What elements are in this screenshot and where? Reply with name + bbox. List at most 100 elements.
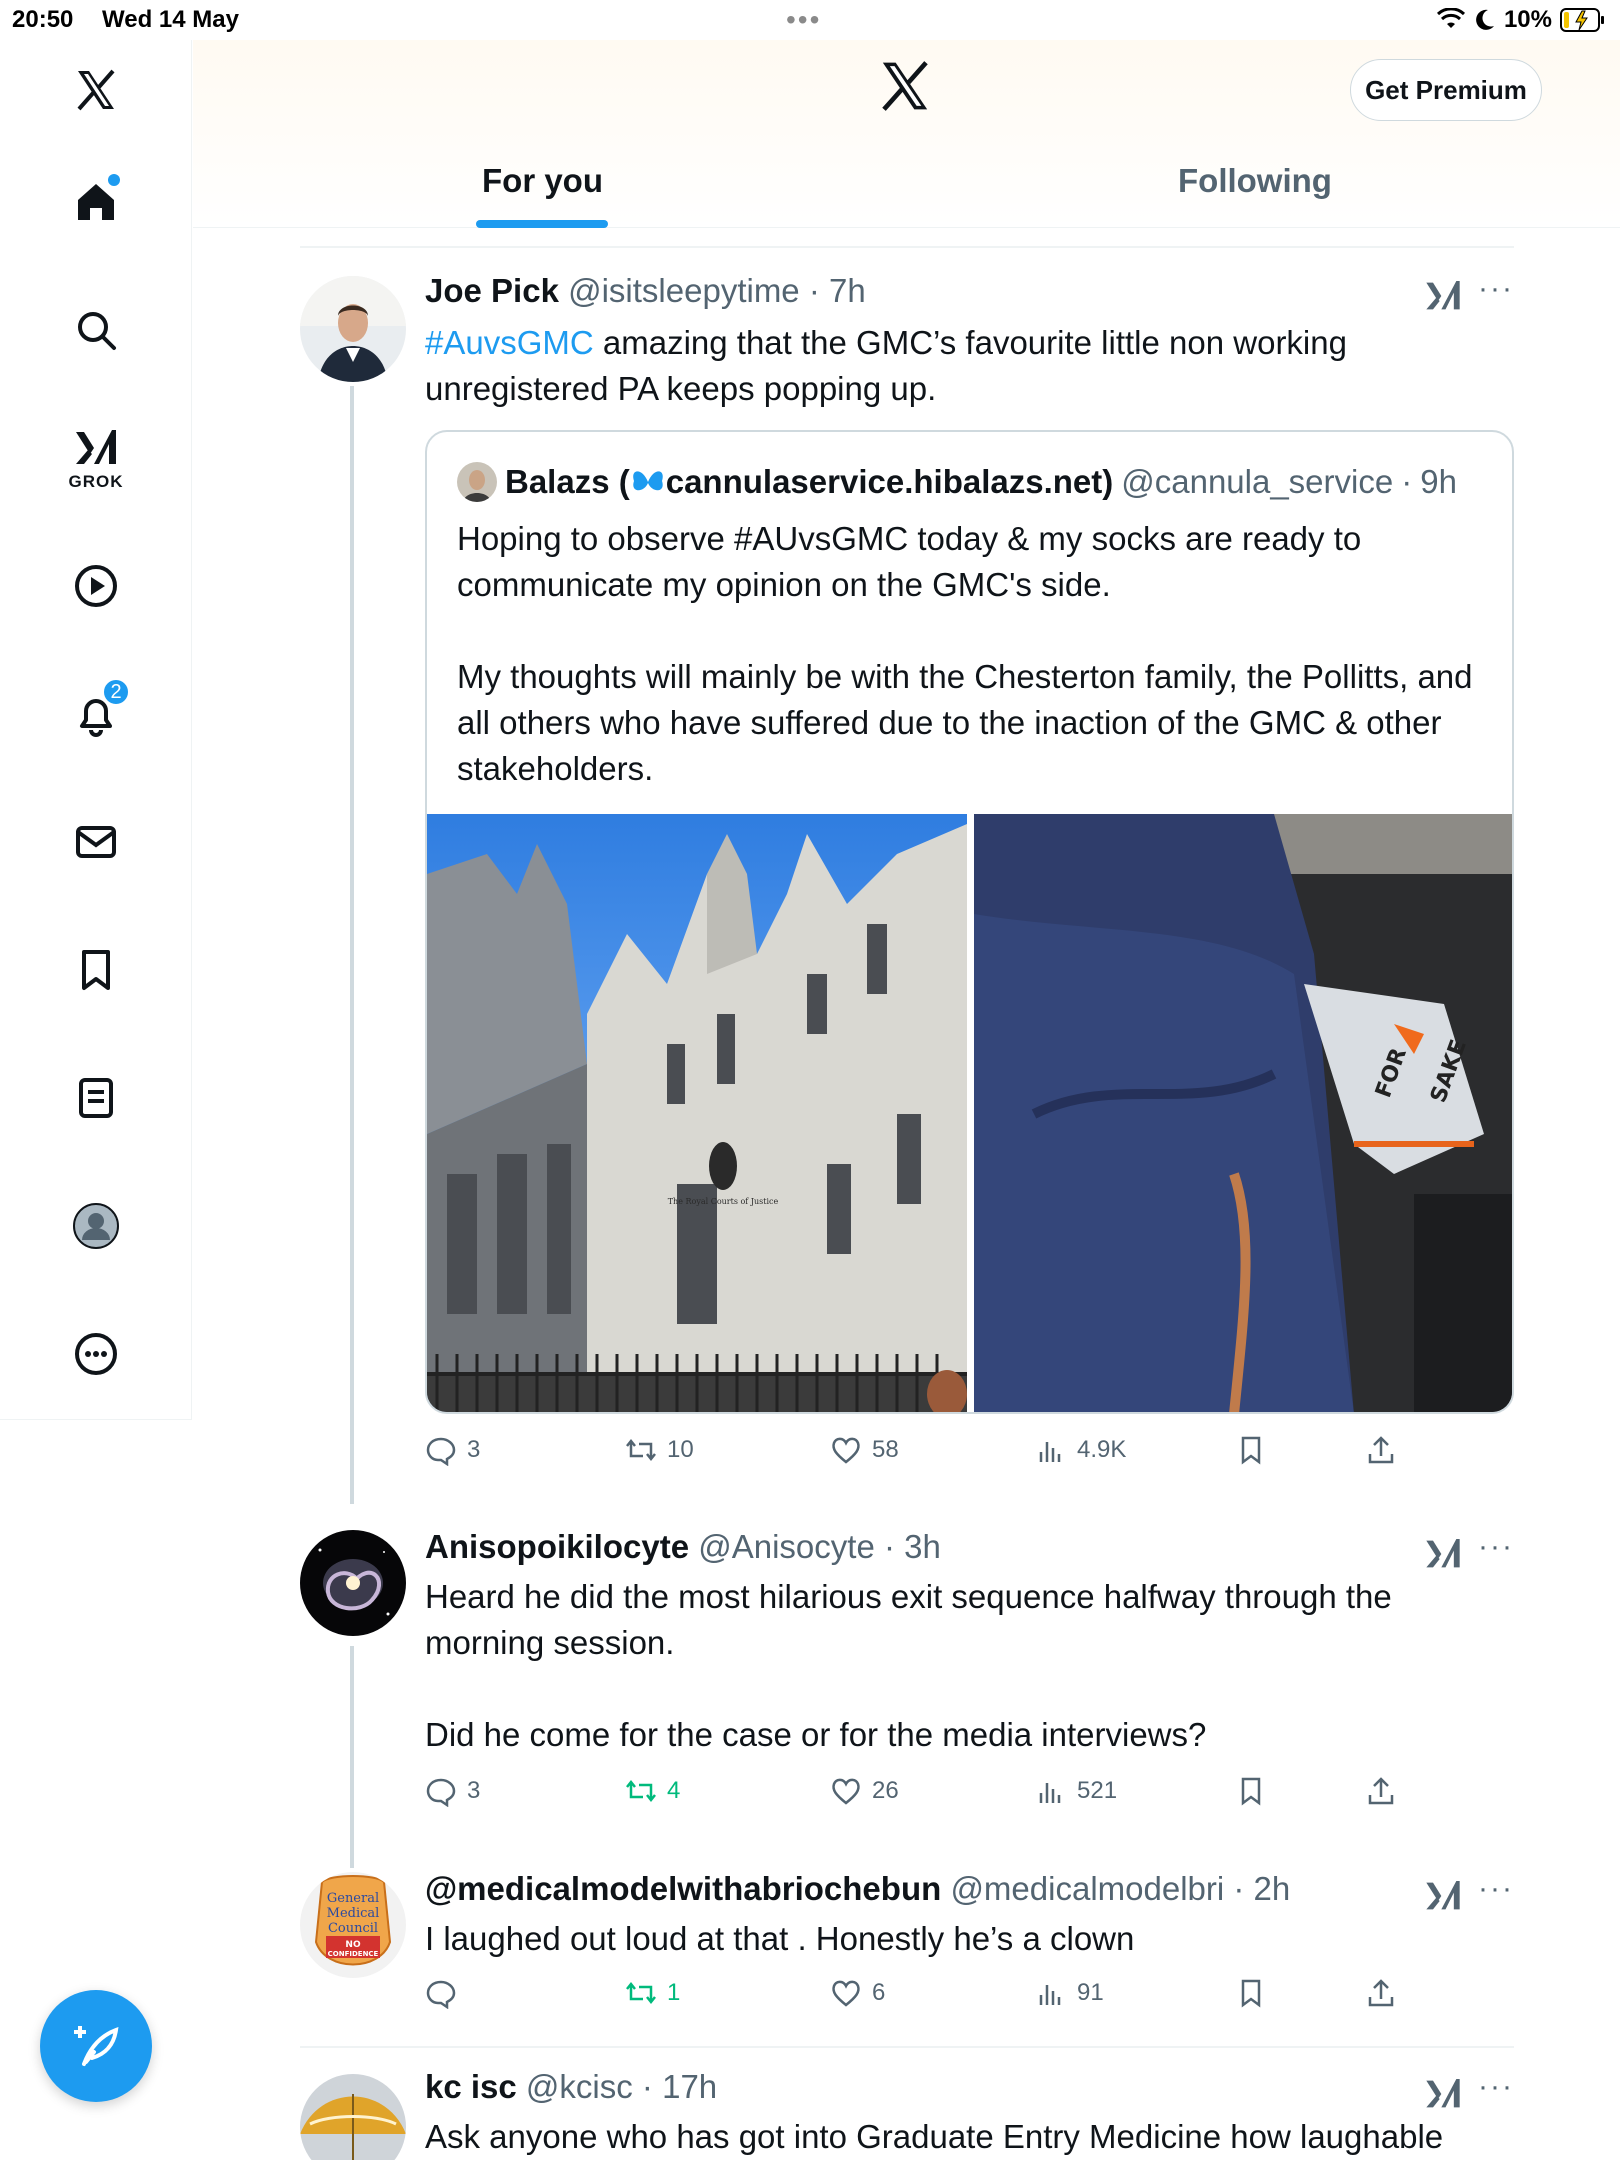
avatar[interactable] xyxy=(300,2074,406,2160)
tweet[interactable]: kc isc @kcisc · 17h ··· Ask anyone who h… xyxy=(300,2068,1514,2160)
repost-button[interactable]: 4 xyxy=(625,1775,680,1807)
sidebar-item-bookmarks[interactable] xyxy=(56,930,136,1010)
tweet-text: #AuvsGMC amazing that the GMC’s favourit… xyxy=(425,320,1495,412)
repost-button[interactable]: 10 xyxy=(625,1434,694,1466)
like-button[interactable]: 26 xyxy=(830,1775,899,1807)
repost-count: 1 xyxy=(667,1979,681,2006)
active-tab-indicator xyxy=(476,220,608,228)
reply-button[interactable] xyxy=(425,1977,467,2009)
views-button[interactable]: 4.9K xyxy=(1035,1434,1126,1466)
svg-text:Council: Council xyxy=(328,1921,378,1936)
compose-button[interactable] xyxy=(40,1990,152,2102)
more-options-icon[interactable]: ··· xyxy=(1478,272,1514,306)
sidebar-item-grok[interactable]: GROK xyxy=(56,418,136,498)
quoted-tweet[interactable]: Balazs (cannulaservice.hibalazs.net) @ca… xyxy=(425,430,1514,1414)
quoted-paragraph: My thoughts will mainly be with the Ches… xyxy=(457,658,1473,787)
galaxy-avatar xyxy=(300,1530,406,1636)
author-handle[interactable]: @isitsleepytime xyxy=(568,272,800,309)
sidebar-item-home[interactable] xyxy=(56,162,136,242)
status-date: Wed 14 May xyxy=(102,6,239,33)
author-handle[interactable]: @Anisocyte xyxy=(698,1528,875,1565)
sidebar-item-more[interactable] xyxy=(56,1314,136,1394)
share-button[interactable] xyxy=(1365,1977,1397,2009)
sidebar-item-notifications[interactable]: 2 xyxy=(56,674,136,754)
reply-button[interactable]: 3 xyxy=(425,1434,480,1466)
sidebar-item-lists[interactable] xyxy=(56,1058,136,1138)
repost-icon xyxy=(626,1981,656,2005)
bookmark-button[interactable] xyxy=(1235,1434,1267,1466)
tweet-divider xyxy=(300,2046,1514,2048)
bookmark-button[interactable] xyxy=(1235,1775,1267,1807)
bar-chart-icon xyxy=(1039,1442,1061,1462)
grok-icon[interactable] xyxy=(1423,1876,1463,1916)
avatar-photo xyxy=(300,276,406,382)
tweet-text: Ask anyone who has got into Graduate Ent… xyxy=(425,2118,1444,2155)
tweet[interactable]: Anisopoikilocyte @Anisocyte · 3h ··· Hea… xyxy=(300,1528,1514,1810)
like-count: 58 xyxy=(872,1436,899,1463)
tweet-time[interactable]: 7h xyxy=(829,272,866,309)
share-button[interactable] xyxy=(1365,1434,1397,1466)
grok-icon[interactable] xyxy=(1423,276,1463,316)
bookmark-button[interactable] xyxy=(1235,1977,1267,2009)
tweet-time[interactable]: 2h xyxy=(1254,1870,1291,1907)
quoted-image-socks[interactable]: FOR SAKE xyxy=(974,814,1512,1412)
quoted-tweet-header: Balazs (cannulaservice.hibalazs.net) @ca… xyxy=(457,462,1457,502)
tweet-header: Anisopoikilocyte @Anisocyte · 3h xyxy=(425,1528,941,1565)
multitask-dots[interactable]: ••• xyxy=(786,4,821,36)
views-button[interactable]: 91 xyxy=(1035,1977,1104,2009)
author-name[interactable]: Anisopoikilocyte xyxy=(425,1528,689,1565)
status-time: 20:50 xyxy=(12,6,74,33)
repost-button[interactable]: 1 xyxy=(625,1977,680,2009)
avatar[interactable] xyxy=(300,1530,406,1636)
sidebar-item-search[interactable] xyxy=(56,290,136,370)
socks-photo: FOR SAKE xyxy=(974,814,1512,1412)
author-handle[interactable]: @kcisc xyxy=(526,2068,633,2105)
butterfly-icon xyxy=(632,471,663,491)
avatar-icon xyxy=(73,1203,119,1249)
reply-button[interactable]: 3 xyxy=(425,1775,480,1807)
get-premium-button[interactable]: Get Premium xyxy=(1350,59,1542,121)
like-button[interactable]: 58 xyxy=(830,1434,899,1466)
more-options-icon[interactable]: ··· xyxy=(1478,2070,1514,2104)
quoted-author-name[interactable]: Balazs (cannulaservice.hibalazs.net) xyxy=(505,463,1113,501)
author-handle[interactable]: @medicalmodelbri xyxy=(950,1870,1224,1907)
quoted-author-handle[interactable]: @cannula_service xyxy=(1121,463,1393,501)
tab-following[interactable]: Following xyxy=(1178,162,1332,200)
views-button[interactable]: 521 xyxy=(1035,1775,1117,1807)
sidebar-item-messages[interactable] xyxy=(56,802,136,882)
hashtag-link[interactable]: #AuvsGMC xyxy=(425,324,594,361)
x-logo-icon xyxy=(77,69,115,111)
status-bar: 20:50 Wed 14 May ••• 10% xyxy=(0,0,1620,40)
author-name[interactable]: kc isc xyxy=(425,2068,517,2105)
repost-icon xyxy=(626,1438,656,1462)
author-name[interactable]: @medicalmodelwithabriochebun xyxy=(425,1870,941,1907)
bookmark-icon xyxy=(1241,1777,1261,1806)
tweet-time[interactable]: 3h xyxy=(904,1528,941,1565)
quoted-tweet-text: Hoping to observe #AUvsGMC today & my so… xyxy=(457,516,1487,792)
tweet-header: @medicalmodelwithabriochebun @medicalmod… xyxy=(425,1870,1291,1907)
quoted-paragraph: Hoping to observe #AUvsGMC today & my so… xyxy=(457,520,1362,603)
heart-icon xyxy=(832,1437,860,1464)
reply-count: 3 xyxy=(467,1777,481,1804)
like-button[interactable]: 6 xyxy=(830,1977,885,2009)
sidebar-item-videos[interactable] xyxy=(56,546,136,626)
share-icon xyxy=(1368,1979,1394,2007)
x-logo-icon[interactable] xyxy=(877,58,933,114)
more-options-icon[interactable]: ··· xyxy=(1478,1530,1514,1564)
quoted-image-courts[interactable]: The Royal Courts of Justice xyxy=(427,814,967,1412)
feather-plus-icon xyxy=(74,2026,119,2066)
view-count: 91 xyxy=(1077,1979,1104,2006)
avatar[interactable]: General Medical Council NO CONFIDENCE xyxy=(300,1872,406,1978)
status-right: 10% xyxy=(1436,6,1606,34)
grok-icon xyxy=(76,430,116,464)
sidebar-item-profile[interactable] xyxy=(56,1186,136,1266)
share-button[interactable] xyxy=(1365,1775,1397,1807)
grok-icon[interactable] xyxy=(1423,2074,1463,2114)
more-options-icon[interactable]: ··· xyxy=(1478,1872,1514,1906)
author-name[interactable]: Joe Pick xyxy=(425,272,559,309)
tweet-time[interactable]: 17h xyxy=(662,2068,717,2105)
grok-icon[interactable] xyxy=(1423,1534,1463,1574)
tab-for-you[interactable]: For you xyxy=(482,162,603,200)
sidebar-x-logo[interactable] xyxy=(56,50,136,130)
avatar[interactable] xyxy=(300,276,406,382)
